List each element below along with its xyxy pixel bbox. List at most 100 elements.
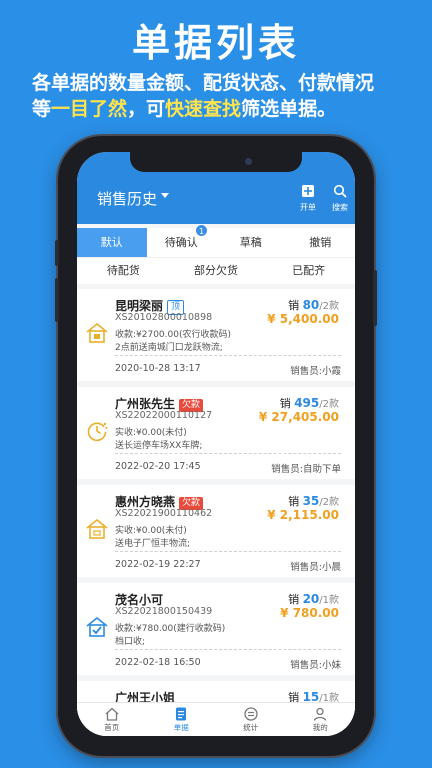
filter-partial-owed[interactable]: 部分欠货 [170, 258, 263, 284]
phone-screen: 销售历史 开单 搜索 默认 待确认 1 草稿 撤销 待配货 部分欠货 已配齐 昆… [77, 152, 355, 736]
promo-highlight-2: 快速查找 [165, 98, 242, 120]
order-time: 2022-02-18 16:50 [115, 657, 201, 668]
divider [115, 453, 341, 454]
delivery-note: 送长运停车场XX车牌; [115, 441, 203, 451]
order-time: 2020-10-28 13:17 [115, 363, 201, 374]
divider [115, 649, 341, 650]
tab-default[interactable]: 默认 [77, 228, 147, 257]
payment-info: 实收:¥0.00(未付) [115, 428, 187, 438]
nav-statistics[interactable]: 统计 [216, 703, 286, 736]
order-amount: ¥ 5,400.00 [267, 312, 339, 326]
order-amount: ¥ 27,405.00 [258, 410, 339, 424]
order-card[interactable]: 惠州方晓燕 欠款 XS22021900110462 实收:¥0.00(未付) 送电… [77, 485, 355, 577]
order-number: XS22022000110127 [115, 410, 213, 421]
promo-highlight-1: 一目了然 [51, 98, 128, 120]
qty-value: 35 [302, 494, 320, 508]
delivery-note: 2点前送南城门口龙跃物流; [115, 343, 223, 353]
order-time: 2022-02-20 17:45 [115, 461, 201, 472]
qty-unit: /2款 [319, 497, 339, 508]
qty-value: 495 [294, 396, 320, 410]
order-card[interactable]: 茂名小可 XS22021800150439 收款:¥780.00(建行收款码) … [77, 583, 355, 675]
order-card[interactable]: 昆明梁丽顶 XS20102800010898 收款:¥2700.00(农行收款码… [77, 289, 355, 381]
salesperson: 销售员:自助下单 [271, 464, 341, 475]
status-tabs: 默认 待确认 1 草稿 撤销 [77, 224, 356, 257]
nav-home[interactable]: 首页 [77, 703, 147, 736]
divider [115, 355, 341, 356]
promo-headline: 单据列表 [131, 21, 300, 65]
qty-prefix: 销 [288, 299, 300, 312]
customer-name-text: 茂名小可 [115, 593, 164, 607]
qty-value: 80 [302, 298, 320, 312]
home-icon [105, 707, 119, 721]
promo-line-1: 各单据的数量金额、配货状态、付款情况 [32, 72, 375, 94]
tab-cancelled[interactable]: 撤销 [286, 228, 356, 257]
clock-icon [87, 422, 108, 442]
tab-drafts[interactable]: 草稿 [216, 228, 286, 257]
salesperson: 销售员:小晨 [290, 562, 341, 573]
filter-fully-picked[interactable]: 已配齐 [262, 258, 355, 284]
order-amount: ¥ 2,115.00 [267, 508, 339, 522]
payment-info: 收款:¥2700.00(农行收款码) [115, 330, 231, 340]
promo-line-2-post: 筛选单据。 [241, 98, 337, 120]
sales-quantity: 销 20/1款 [288, 591, 339, 607]
qty-unit: /2款 [319, 301, 339, 312]
new-order-label: 开单 [300, 203, 316, 212]
nav-documents-label: 单据 [173, 723, 189, 732]
nav-documents[interactable]: 单据 [147, 703, 217, 736]
order-amount: ¥ 780.00 [280, 606, 339, 620]
nav-home-label: 首页 [104, 723, 120, 732]
salesperson: 销售员:小霞 [290, 366, 341, 377]
payment-info: 实收:¥0.00(未付) [115, 526, 187, 536]
order-time: 2022-02-19 22:27 [115, 559, 201, 570]
customer-name-text: 惠州方晓燕 [115, 495, 176, 509]
search-icon [333, 184, 347, 198]
camera [245, 158, 252, 165]
new-order-button[interactable]: 开单 [295, 182, 321, 213]
sales-quantity: 销 495/2款 [280, 395, 339, 411]
page-title-dropdown[interactable]: 销售历史 [97, 188, 157, 209]
power-button [373, 270, 377, 326]
customer-name-text: 广州张先生 [115, 397, 176, 411]
qty-value: 20 [302, 592, 320, 606]
promo-line-2-mid: ，可 [127, 98, 166, 120]
delivery-note: 送电子厂恒丰物流; [115, 539, 191, 549]
nav-profile-label: 我的 [312, 723, 328, 732]
delivery-filter-tabs: 待配货 部分欠货 已配齐 [77, 257, 355, 284]
salesperson: 销售员:小妹 [290, 660, 341, 671]
qty-unit: /1款 [319, 595, 339, 606]
plus-square-icon [302, 185, 314, 197]
promo-line-2-pre: 等 [32, 98, 52, 120]
payment-info: 收款:¥780.00(建行收款码) [115, 624, 226, 634]
sales-quantity: 销 35/2款 [288, 493, 339, 509]
qty-unit: /2款 [319, 399, 339, 410]
order-card[interactable]: 广州张先生 欠款 XS22022000110127 实收:¥0.00(未付) 送长… [77, 387, 355, 479]
tab-pending-confirm[interactable]: 待确认 1 [147, 224, 217, 257]
qty-prefix: 销 [288, 495, 300, 508]
divider [115, 551, 341, 552]
user-icon [314, 707, 327, 721]
customer-name-text: 昆明梁丽 [115, 299, 164, 313]
bottom-navigation: 首页 单据 统计 我的 [77, 702, 355, 736]
sales-quantity: 销 80/2款 [288, 297, 339, 313]
phone-notch [130, 152, 302, 172]
warehouse-pending-icon [86, 518, 108, 539]
caret-down-icon[interactable] [161, 193, 169, 198]
filter-to-pick[interactable]: 待配货 [77, 258, 170, 284]
promo-line-2: 等一目了然，可快速查找筛选单据。 [32, 96, 412, 122]
volume-button [55, 278, 59, 322]
nav-profile[interactable]: 我的 [286, 703, 356, 736]
count-badge: 1 [195, 224, 208, 237]
statistics-icon [244, 707, 258, 721]
qty-prefix: 销 [279, 397, 291, 410]
warehouse-done-icon [86, 616, 108, 637]
order-number: XS22021900110462 [115, 508, 213, 519]
order-number: XS20102800010898 [115, 312, 213, 323]
order-number: XS22021800150439 [115, 606, 213, 617]
volume-button [55, 240, 59, 266]
tab-pending-confirm-label: 待确认 [164, 236, 198, 249]
search-button[interactable]: 搜索 [327, 182, 353, 213]
qty-prefix: 销 [288, 593, 300, 606]
document-icon [176, 707, 187, 721]
warehouse-pending-icon [86, 322, 108, 343]
search-label: 搜索 [332, 203, 348, 212]
